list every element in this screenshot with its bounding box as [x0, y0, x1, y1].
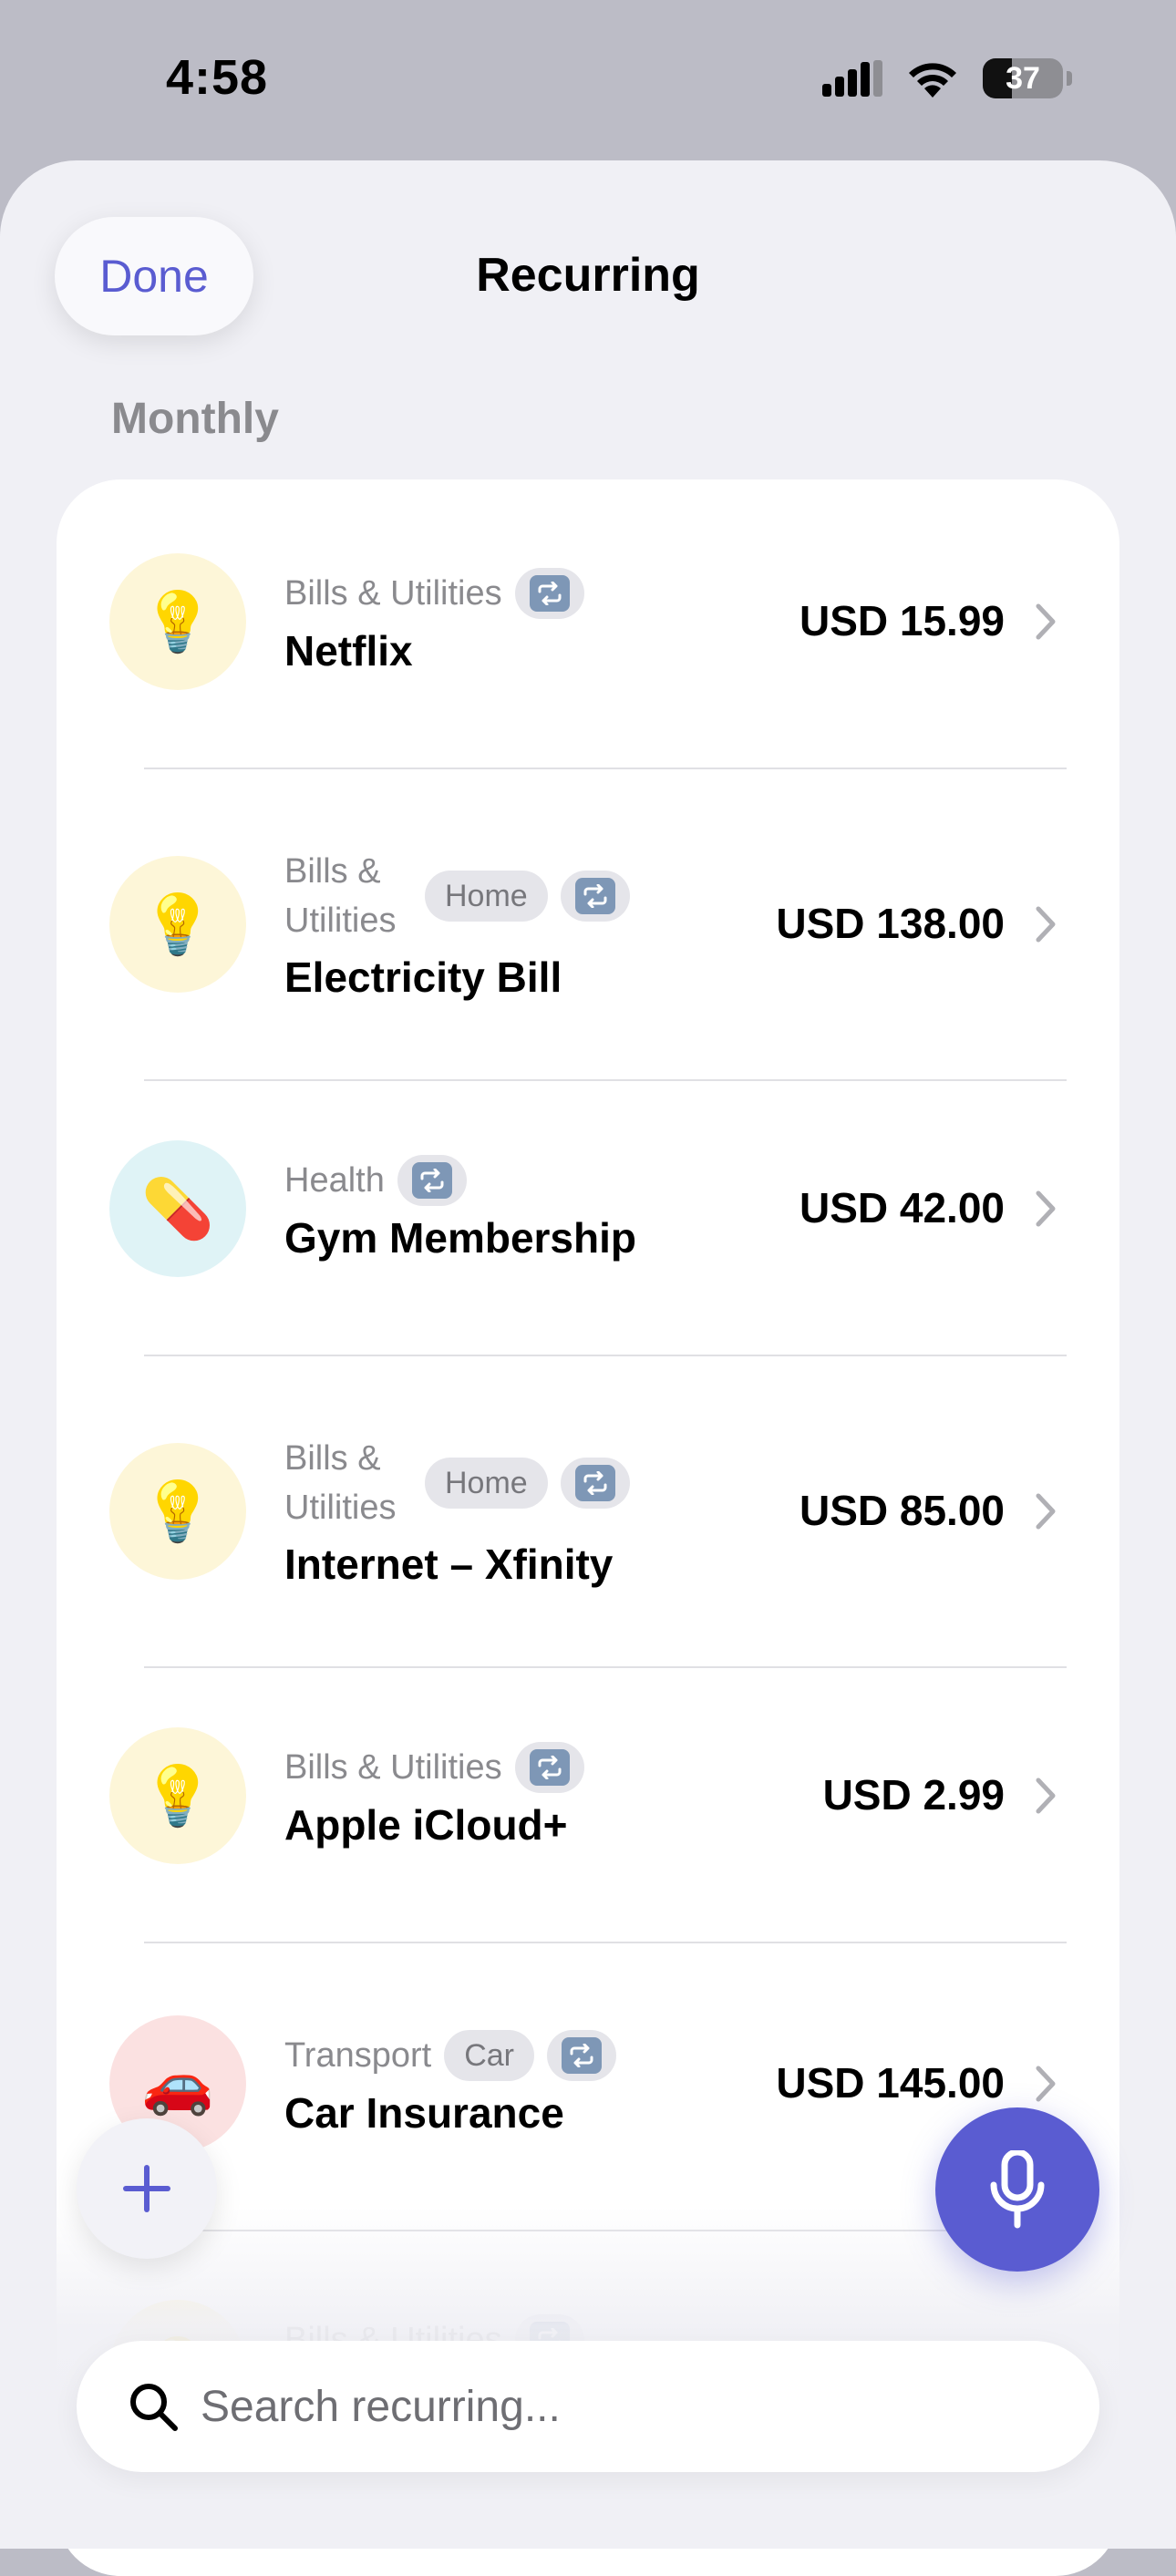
item-amount: USD 138.00 — [776, 900, 1005, 947]
item-name: Car Insurance — [284, 2089, 564, 2137]
lightbulb-icon: 💡 — [109, 856, 246, 993]
lightbulb-icon: 💡 — [109, 1443, 246, 1580]
search-icon — [130, 2384, 178, 2431]
category-label: Health — [284, 1161, 385, 1200]
category-label: Bills & Utilities — [284, 1439, 397, 1527]
repeat-icon — [560, 871, 630, 922]
repeat-icon — [397, 1155, 467, 1206]
recurring-item[interactable]: 💊 Health Gym Membership USD 42.00 — [57, 1066, 1119, 1351]
wifi-icon — [909, 63, 956, 98]
category-line: Health — [284, 1155, 636, 1206]
voice-input-button[interactable] — [935, 2107, 1099, 2272]
recurring-item[interactable]: 💡 Bills & Utilities Netflix USD 15.99 — [57, 479, 1119, 764]
item-name: Electricity Bill — [284, 953, 562, 1001]
item-text: Bills & Utilities Netflix — [284, 568, 584, 675]
item-text: Bills & Utilities Apple iCloud+ — [284, 1742, 584, 1850]
section-label-monthly: Monthly — [111, 395, 279, 443]
item-amount: USD 85.00 — [799, 1487, 1005, 1534]
tag-badge: Home — [425, 871, 548, 922]
add-recurring-button[interactable] — [77, 2118, 217, 2259]
lightbulb-icon: 💡 — [109, 1727, 246, 1864]
category-label: Bills & Utilities — [284, 574, 502, 613]
category-label: Bills & Utilities — [284, 1748, 502, 1787]
item-text: Health Gym Membership — [284, 1155, 636, 1262]
category-label: Bills & Utilities — [284, 852, 397, 940]
item-amount: USD 15.99 — [799, 597, 1005, 644]
battery-tip — [1067, 71, 1072, 86]
item-text: Transport Car Car Insurance — [284, 2030, 616, 2138]
recurring-item[interactable]: 💡 Bills & Utilities Home Internet – Xfinity… — [57, 1360, 1119, 1663]
repeat-icon — [514, 1742, 584, 1793]
status-time: 4:58 — [166, 50, 269, 105]
item-name: Apple iCloud+ — [284, 1801, 568, 1849]
repeat-icon — [560, 1458, 630, 1509]
chevron-right-icon — [1036, 906, 1056, 943]
status-bar: 4:58 37 — [0, 0, 1176, 160]
page-title: Recurring — [476, 249, 700, 302]
chevron-right-icon — [1036, 603, 1056, 640]
search-input[interactable] — [201, 2381, 1021, 2432]
cellular-signal-icon — [822, 60, 882, 97]
repeat-icon — [514, 568, 584, 619]
recurring-item[interactable]: 💡 Bills & Utilities Home Electricity Bill US… — [57, 773, 1119, 1076]
tag-badge: Car — [444, 2030, 534, 2081]
item-name: Gym Membership — [284, 1214, 636, 1262]
row-divider — [144, 1355, 1067, 1356]
battery-icon: 37 — [983, 58, 1063, 98]
microphone-icon — [990, 2150, 1045, 2229]
row-divider — [144, 768, 1067, 769]
item-name: Netflix — [284, 627, 413, 675]
category-line: Bills & Utilities Home — [284, 1434, 630, 1532]
repeat-icon — [547, 2030, 616, 2081]
item-text: Bills & Utilities Home Electricity Bill — [284, 847, 630, 1002]
category-line: Transport Car — [284, 2030, 616, 2081]
chevron-right-icon — [1036, 2066, 1056, 2102]
pill-icon: 💊 — [109, 1140, 246, 1277]
chevron-right-icon — [1036, 1190, 1056, 1227]
recurring-item[interactable]: 💡 Bills & Utilities Apple iCloud+ USD 2.99 — [57, 1654, 1119, 1938]
item-amount: USD 145.00 — [776, 2059, 1005, 2107]
item-amount: USD 2.99 — [822, 1771, 1005, 1819]
plus-icon — [123, 2165, 170, 2212]
tag-badge: Home — [425, 1458, 548, 1509]
category-line: Bills & Utilities Home — [284, 847, 630, 945]
chevron-right-icon — [1036, 1493, 1056, 1530]
chevron-right-icon — [1036, 1777, 1056, 1814]
status-icons: 37 — [822, 57, 1072, 100]
item-name: Internet – Xfinity — [284, 1540, 614, 1588]
lightbulb-icon: 💡 — [109, 553, 246, 690]
category-line: Bills & Utilities — [284, 568, 584, 619]
battery-level: 37 — [1006, 60, 1040, 96]
category-line: Bills & Utilities — [284, 1742, 584, 1793]
category-label: Transport — [284, 2036, 432, 2075]
search-bar[interactable] — [77, 2341, 1099, 2472]
item-text: Bills & Utilities Home Internet – Xfinity — [284, 1434, 630, 1589]
item-amount: USD 42.00 — [799, 1184, 1005, 1231]
